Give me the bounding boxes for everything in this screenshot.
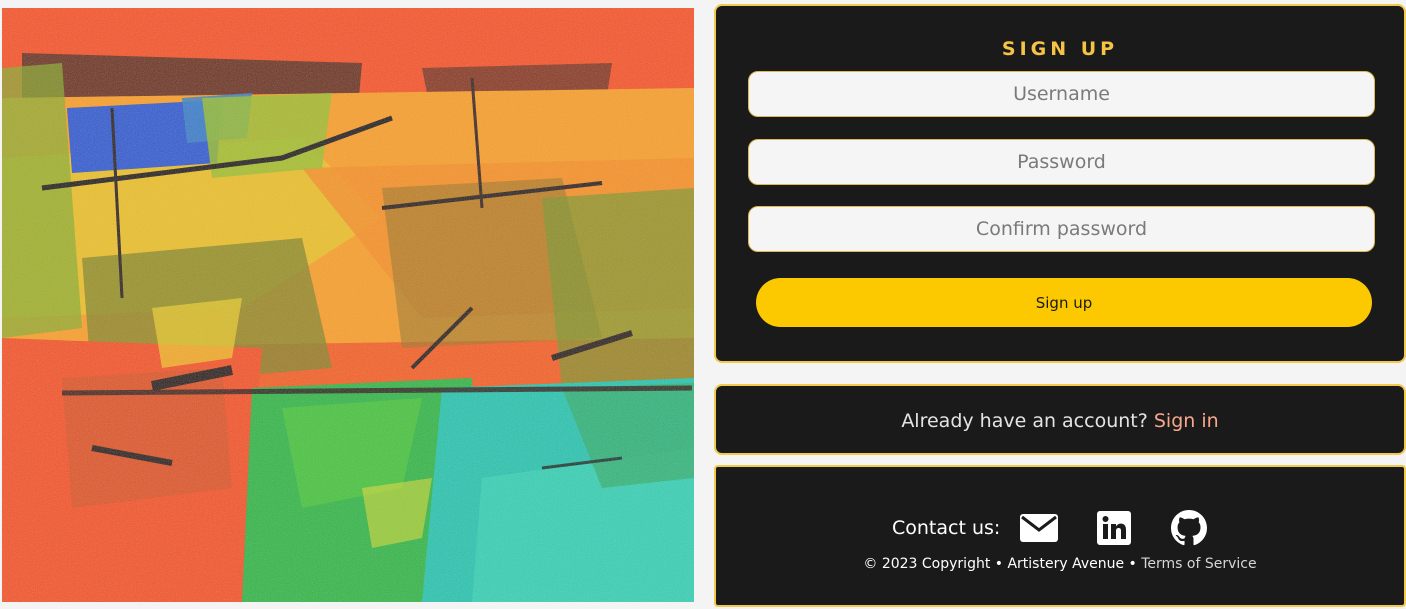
copyright-text: © 2023 Copyright • Artistery Avenue • bbox=[863, 556, 1137, 572]
signin-panel: Already have an account? Sign in bbox=[714, 384, 1406, 455]
envelope-icon[interactable] bbox=[1020, 509, 1059, 547]
copyright-row: © 2023 Copyright • Artistery Avenue • Te… bbox=[716, 556, 1404, 572]
signin-link[interactable]: Sign in bbox=[1154, 410, 1219, 432]
footer-panel: Contact us: © 2023 Copyright • Artistery… bbox=[714, 465, 1406, 607]
signin-prompt: Already have an account? bbox=[901, 410, 1148, 432]
contact-label: Contact us: bbox=[892, 517, 1001, 539]
terms-of-service-link[interactable]: Terms of Service bbox=[1141, 556, 1256, 572]
signup-panel: SIGN UP Sign up bbox=[714, 4, 1406, 363]
signin-row: Already have an account? Sign in bbox=[716, 410, 1404, 432]
page: SIGN UP Sign up Already have an account?… bbox=[0, 0, 1406, 609]
github-icon[interactable] bbox=[1170, 509, 1208, 547]
contact-row: Contact us: bbox=[892, 509, 1245, 547]
confirm-password-input[interactable] bbox=[748, 206, 1375, 252]
linkedin-icon[interactable] bbox=[1095, 509, 1133, 547]
signup-title: SIGN UP bbox=[1001, 38, 1119, 60]
username-input[interactable] bbox=[748, 71, 1375, 117]
abstract-painting-image bbox=[2, 8, 694, 602]
password-input[interactable] bbox=[748, 139, 1375, 185]
signup-button[interactable]: Sign up bbox=[756, 278, 1372, 327]
